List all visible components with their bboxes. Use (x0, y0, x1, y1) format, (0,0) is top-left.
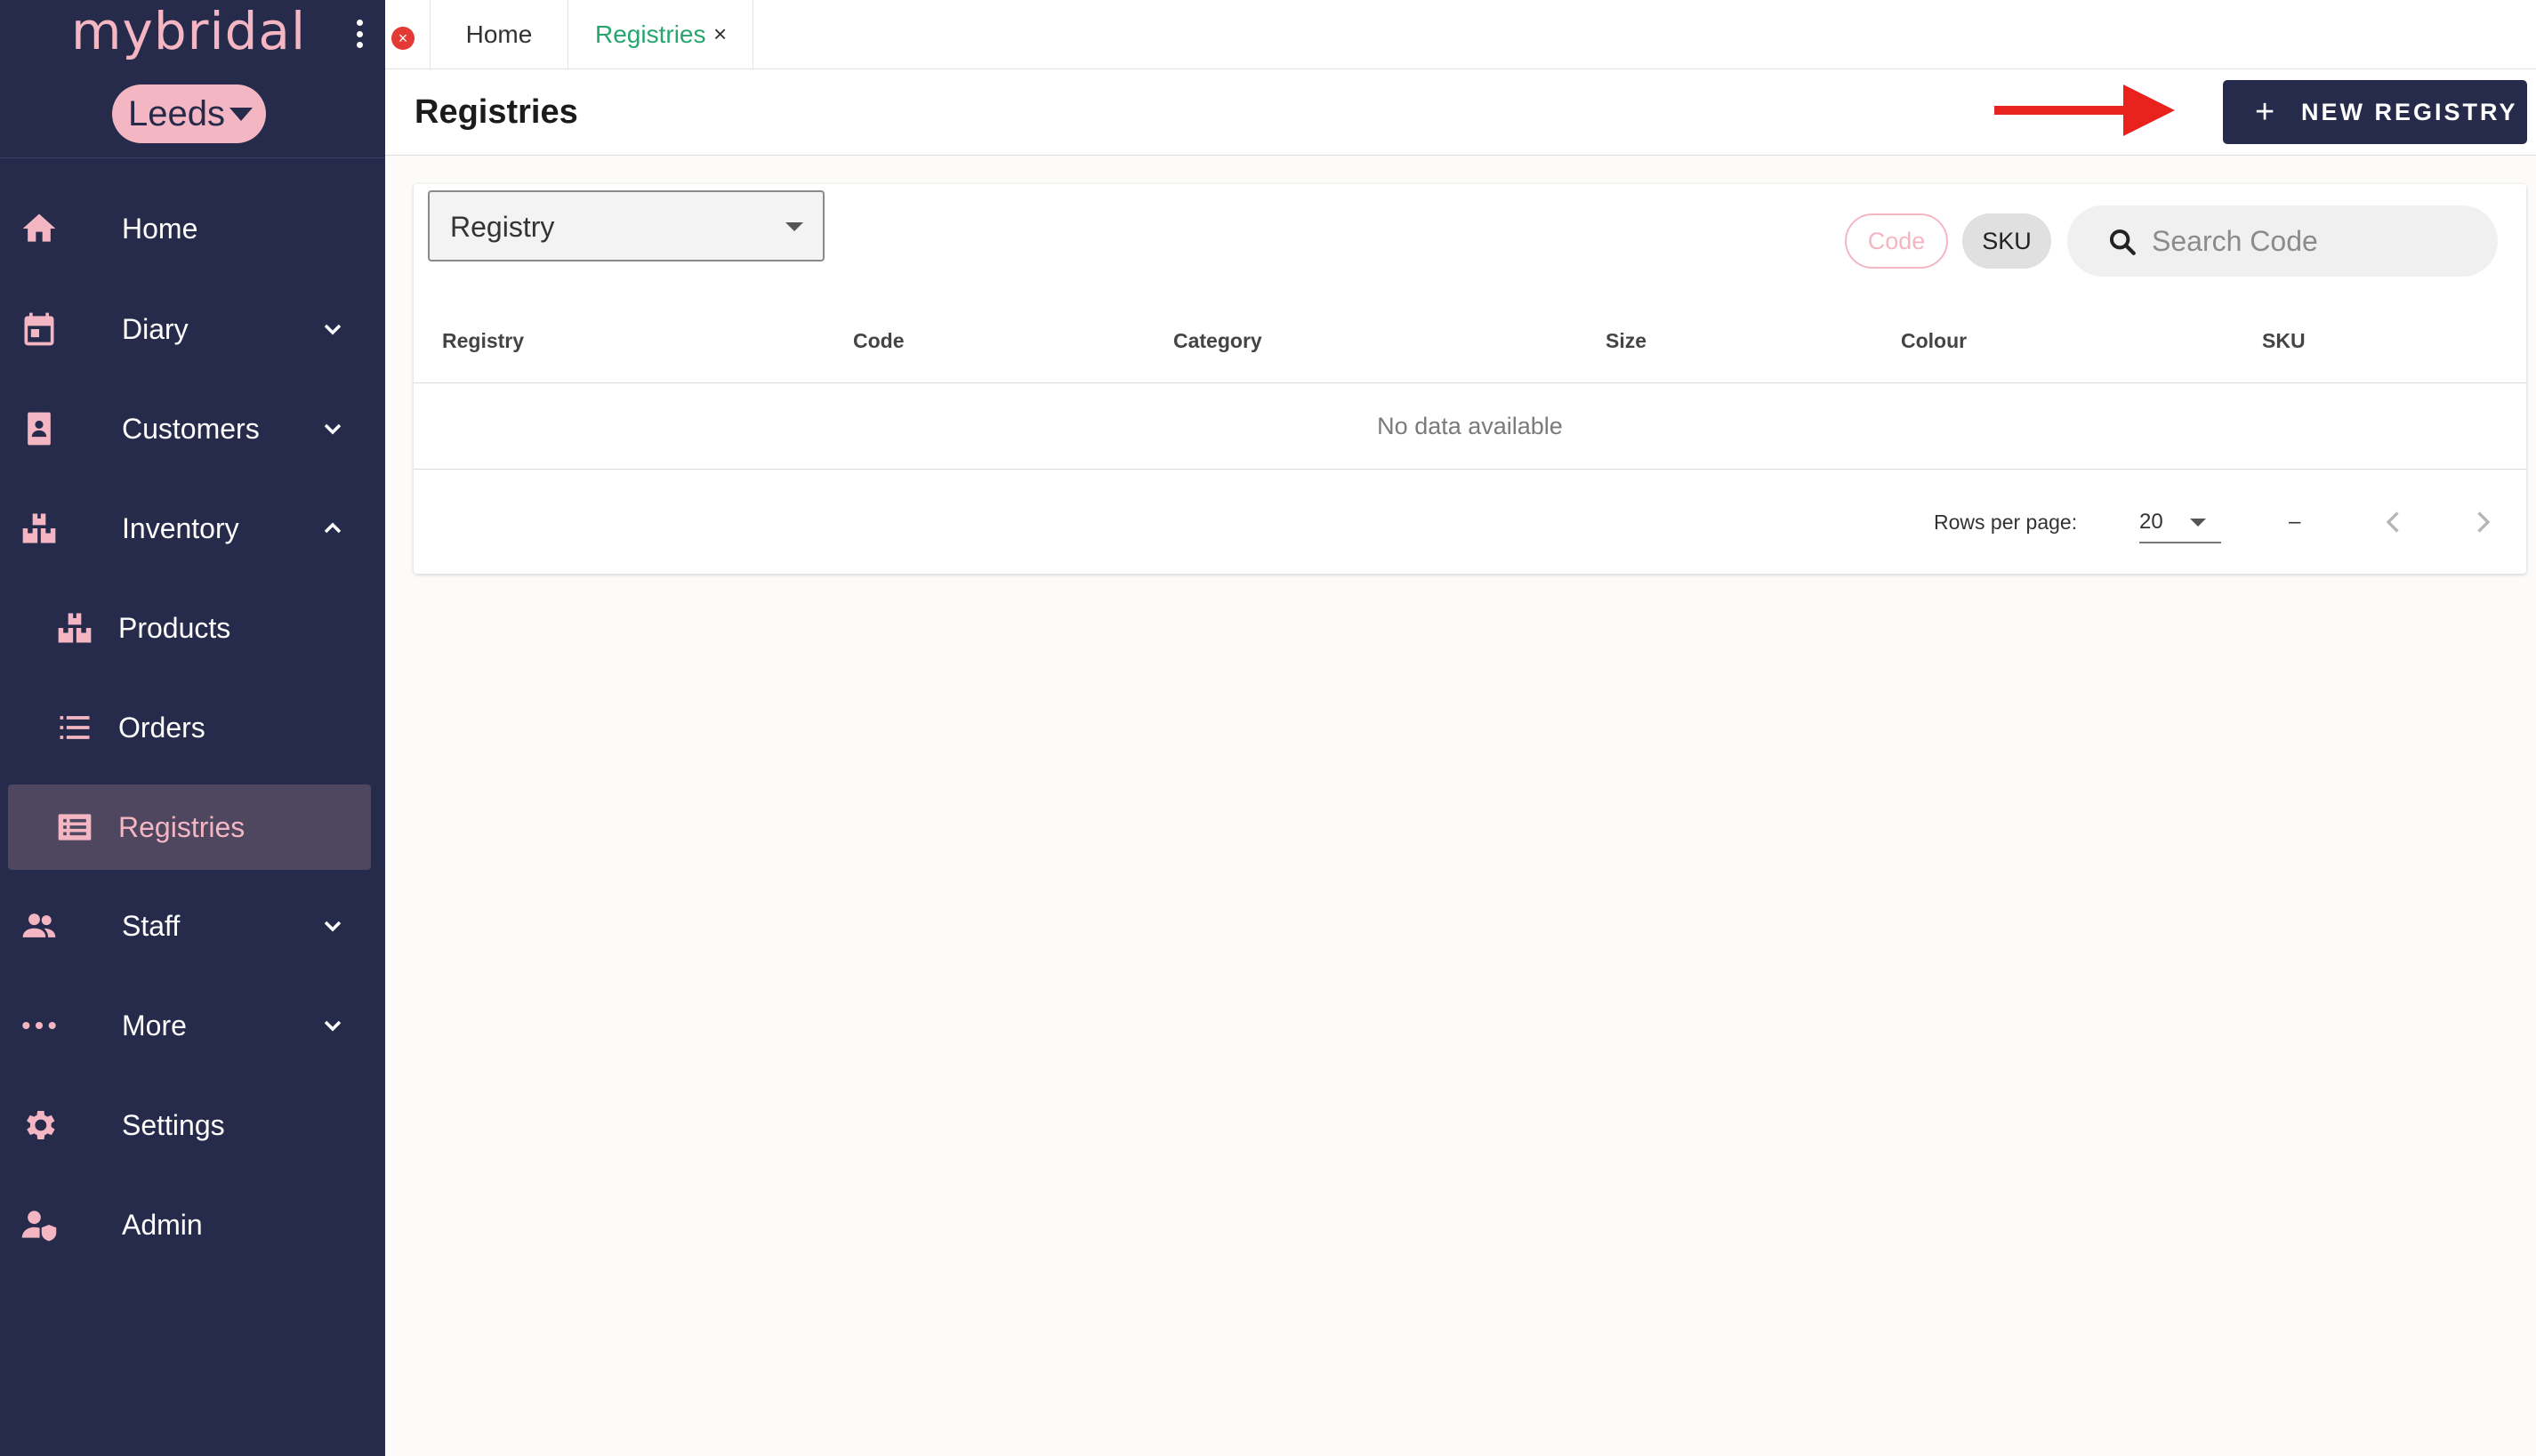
sidebar-item-customers[interactable]: Customers (0, 386, 385, 471)
rows-per-page-label: Rows per page: (1934, 511, 2078, 534)
search-field[interactable] (2067, 205, 2498, 277)
search-input[interactable] (2152, 205, 2481, 277)
caret-down-icon (785, 222, 803, 231)
rows-per-page-value: 20 (2139, 510, 2163, 534)
branch-label: Leeds (128, 94, 225, 133)
column-header-size[interactable]: Size (1606, 298, 1646, 383)
sidebar-item-home[interactable]: Home (0, 186, 385, 271)
next-page-icon[interactable] (2467, 506, 2499, 538)
people-icon (22, 913, 56, 937)
close-icon[interactable]: × (713, 0, 727, 68)
sidebar-item-label: Home (122, 213, 198, 245)
boxes-icon (22, 513, 56, 543)
search-icon (2109, 229, 2136, 255)
sidebar: mybridal Leeds Home Diary Customers Inve… (0, 0, 385, 1456)
sidebar-item-label: Admin (122, 1209, 203, 1241)
caret-down-icon (229, 108, 253, 121)
gear-icon (27, 1111, 55, 1139)
tab-label: Home (465, 20, 533, 48)
column-header-colour[interactable]: Colour (1901, 298, 1967, 383)
sidebar-item-label: Inventory (122, 512, 239, 544)
chevron-down-icon (324, 921, 342, 932)
chevron-down-icon (324, 324, 342, 335)
logo-row: mybridal (0, 0, 385, 69)
boxes-icon (58, 613, 92, 643)
plus-icon: + (2255, 93, 2275, 131)
select-value: Registry (450, 211, 555, 243)
caret-down-icon (2190, 519, 2206, 527)
tab-label: Registries (595, 20, 706, 48)
column-header-sku[interactable]: SKU (2262, 298, 2306, 383)
sidebar-item-label: Registries (118, 811, 246, 843)
rows-per-page-select[interactable]: 20 (2139, 501, 2221, 543)
chevron-up-icon (324, 522, 342, 534)
home-icon (22, 213, 56, 242)
registry-list-icon (58, 814, 92, 841)
column-header-category[interactable]: Category (1173, 298, 1262, 383)
sidebar-item-admin[interactable]: Admin (0, 1182, 385, 1267)
calendar-icon (24, 312, 54, 346)
sidebar-item-label: Customers (122, 413, 260, 445)
prev-page-icon[interactable] (2378, 506, 2410, 538)
sidebar-item-diary[interactable]: Diary (0, 286, 385, 372)
tab-bar: × Home Registries × (385, 0, 2536, 69)
user-shield-icon (21, 1211, 57, 1242)
app-logo: mybridal (71, 1, 307, 61)
branch-selector[interactable]: Leeds (112, 84, 266, 143)
table-pagination: Rows per page: 20 – (414, 471, 2526, 574)
filter-chip-code[interactable]: Code (1845, 213, 1948, 269)
close-all-tabs-icon[interactable]: × (391, 27, 415, 50)
sidebar-item-registries[interactable]: Registries (8, 784, 371, 870)
empty-state-row: No data available (414, 383, 2526, 470)
registry-type-select[interactable]: Registry (428, 190, 825, 261)
sidebar-item-products[interactable]: Products (0, 585, 385, 671)
tab-registries[interactable]: Registries × (568, 0, 753, 68)
sidebar-item-staff[interactable]: Staff (0, 883, 385, 969)
annotation-arrow-head-icon (2123, 84, 2175, 136)
chevron-down-icon (324, 1020, 342, 1032)
sidebar-item-settings[interactable]: Settings (0, 1082, 385, 1168)
sidebar-divider (0, 157, 385, 158)
new-registry-button[interactable]: + NEW REGISTRY (2223, 80, 2527, 144)
sidebar-item-more[interactable]: More (0, 983, 385, 1068)
sidebar-item-label: More (122, 1010, 187, 1042)
annotation-arrow-shaft (1994, 106, 2128, 115)
table-header: Registry Code Category Size Colour SKU (414, 298, 2526, 383)
sidebar-item-inventory[interactable]: Inventory (0, 486, 385, 571)
chevron-down-icon (324, 423, 342, 435)
filter-chip-sku[interactable]: SKU (1962, 213, 2051, 269)
column-header-code[interactable]: Code (853, 298, 905, 383)
sidebar-item-label: Settings (122, 1109, 225, 1141)
page-range: – (2289, 510, 2301, 534)
more-vert-icon[interactable] (350, 16, 369, 52)
sidebar-item-label: Orders (118, 712, 205, 744)
tab-home[interactable]: Home (430, 0, 568, 68)
sidebar-item-label: Staff (122, 910, 181, 942)
sidebar-item-orders[interactable]: Orders (0, 685, 385, 770)
sidebar-item-label: Products (118, 612, 231, 644)
column-header-registry[interactable]: Registry (442, 298, 524, 383)
sidebar-item-label: Diary (122, 313, 189, 345)
registries-table-card: Registry Code SKU Registry Code Category… (414, 184, 2526, 574)
contacts-icon (28, 412, 51, 446)
list-icon (60, 716, 90, 739)
page-title: Registries (415, 93, 578, 131)
page-header: Registries + NEW REGISTRY (385, 69, 2536, 156)
dots-icon (22, 1021, 56, 1030)
new-registry-label: NEW REGISTRY (2301, 99, 2518, 125)
